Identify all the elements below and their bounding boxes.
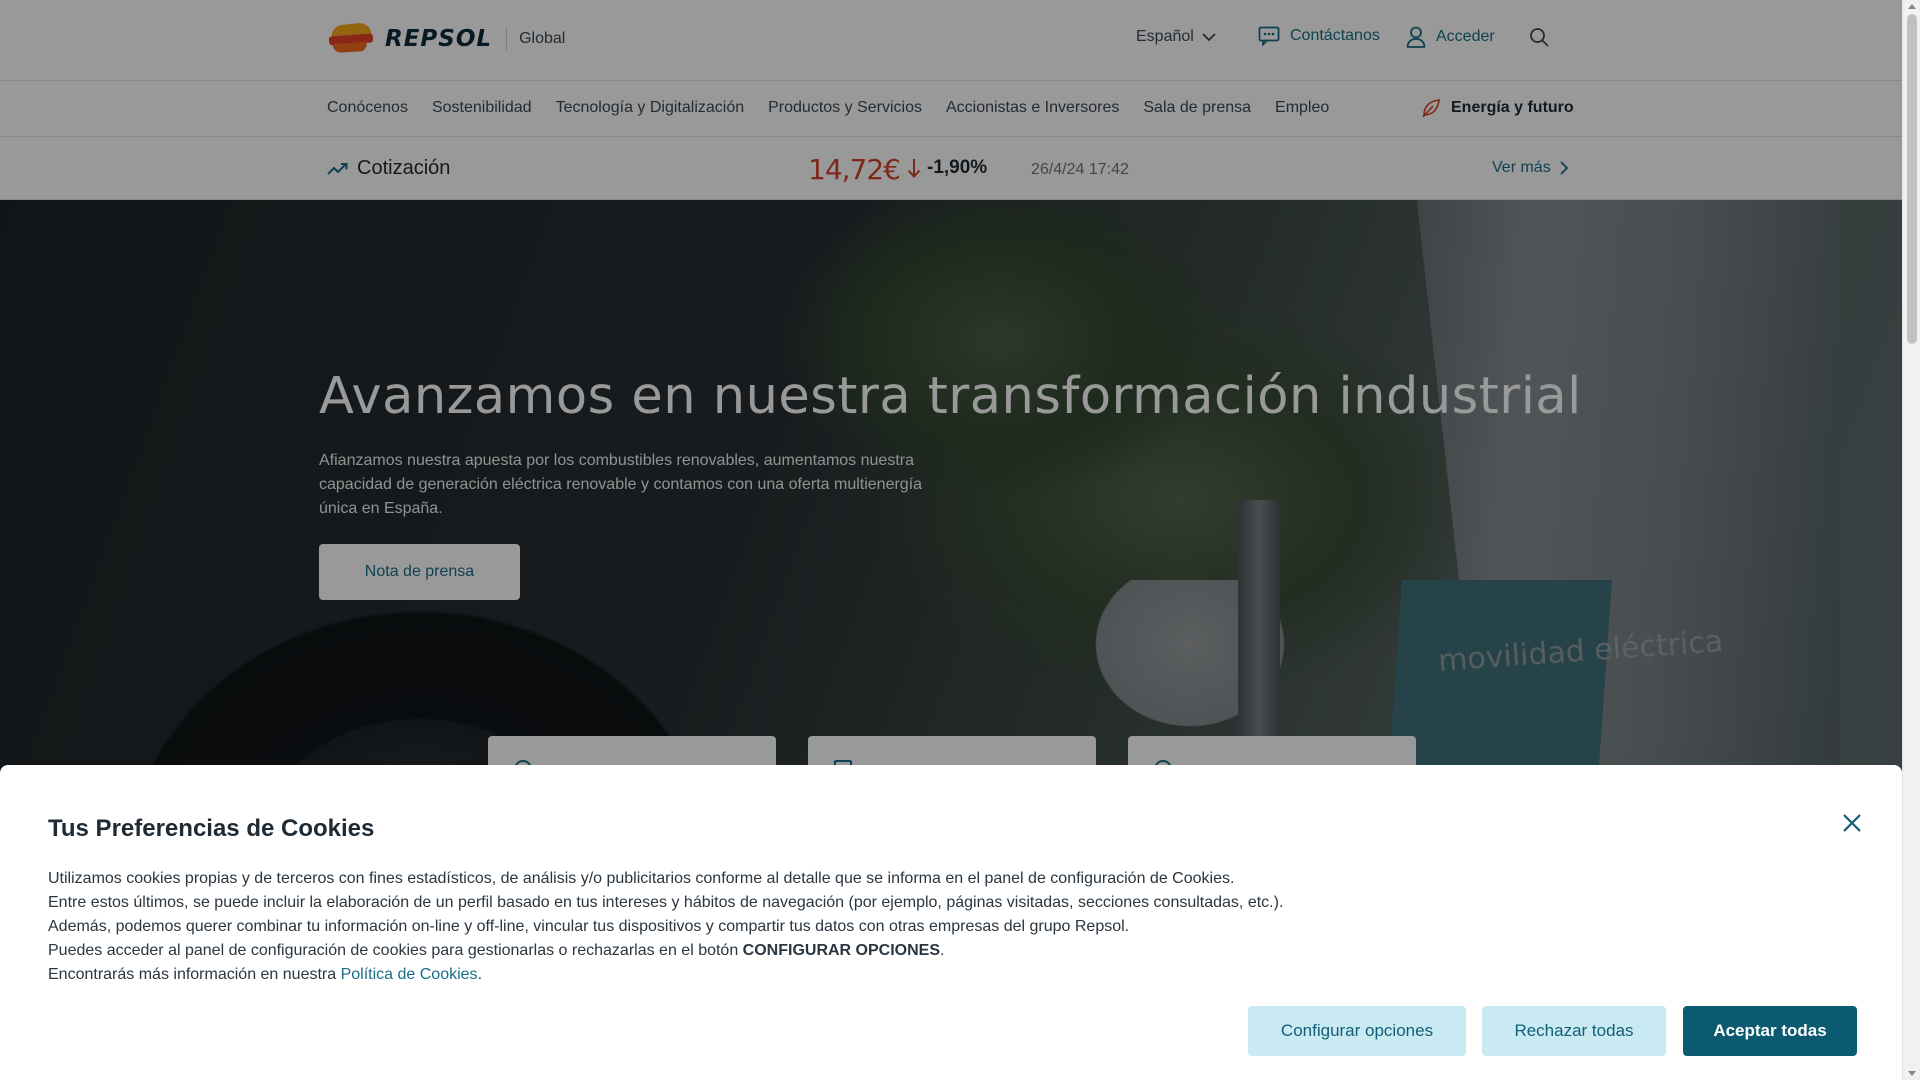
cookie-consent-dialog: Tus Preferencias de Cookies Utilizamos c… xyxy=(0,765,1902,1080)
cookie-text-prefix: Puedes acceder al panel de configuración… xyxy=(48,942,743,959)
cookie-config-mention: CONFIGURAR OPCIONES xyxy=(742,942,941,959)
accept-all-button[interactable]: Aceptar todas xyxy=(1683,1006,1857,1056)
cookie-text-prefix: Encontrarás más información en nuestra xyxy=(48,966,341,983)
cookie-close-button[interactable] xyxy=(1838,809,1866,837)
cookie-title: Tus Preferencias de Cookies xyxy=(48,815,375,842)
close-icon xyxy=(1843,814,1861,832)
page-scrollbar[interactable] xyxy=(1902,0,1920,1080)
cookie-text-line: Entre estos últimos, se puede incluir la… xyxy=(48,894,1284,911)
scroll-up-icon[interactable] xyxy=(1908,4,1916,9)
cookie-text-line: Utilizamos cookies propias y de terceros… xyxy=(48,870,1235,887)
cookie-text-suffix: . xyxy=(940,942,945,959)
cookie-description: Utilizamos cookies propias y de terceros… xyxy=(48,867,1448,987)
cookie-text-line: Puedes acceder al panel de configuración… xyxy=(48,939,1448,963)
cookie-policy-link[interactable]: Política de Cookies xyxy=(341,966,478,983)
scroll-down-icon[interactable] xyxy=(1908,1071,1916,1076)
cookie-text-line: Además, podemos querer combinar tu infor… xyxy=(48,918,1130,935)
cookie-text-line: Encontrarás más información en nuestra P… xyxy=(48,963,1448,987)
configure-options-button[interactable]: Configurar opciones xyxy=(1248,1006,1466,1056)
cookie-text-suffix: . xyxy=(477,966,483,983)
scrollbar-thumb[interactable] xyxy=(1907,14,1917,344)
reject-all-button[interactable]: Rechazar todas xyxy=(1482,1006,1666,1056)
